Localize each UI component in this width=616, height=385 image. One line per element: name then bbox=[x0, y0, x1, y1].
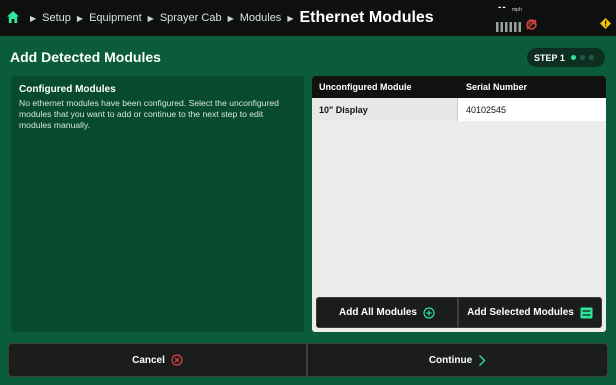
unconfigured-modules-table: Unconfigured Module Serial Number 10" Di… bbox=[312, 76, 606, 332]
home-icon[interactable] bbox=[6, 10, 20, 24]
chevron-right-icon: ▶ bbox=[287, 13, 294, 23]
column-header-module: Unconfigured Module bbox=[319, 82, 412, 92]
breadcrumb-item-setup[interactable]: Setup bbox=[42, 12, 71, 24]
step-indicator: STEP 1 bbox=[527, 48, 605, 67]
module-cell: 10" Display bbox=[312, 98, 458, 121]
chevron-right-icon bbox=[478, 354, 486, 367]
cancel-x-icon bbox=[171, 354, 183, 366]
step-dot bbox=[579, 55, 585, 60]
step-dot bbox=[588, 55, 594, 60]
page-breadcrumb-title: Ethernet Modules bbox=[299, 9, 434, 26]
cancel-label: Cancel bbox=[132, 354, 165, 366]
breadcrumb-item-modules[interactable]: Modules bbox=[240, 12, 282, 24]
breadcrumb: ▶ Setup ▶ Equipment ▶ Sprayer Cab ▶ Modu… bbox=[24, 0, 434, 36]
add-selected-modules-button[interactable]: Add Selected Modules bbox=[458, 297, 602, 328]
signal-bars-icon bbox=[496, 19, 522, 37]
add-selected-icon bbox=[580, 307, 593, 319]
chevron-right-icon: ▶ bbox=[30, 13, 37, 23]
plus-circle-icon bbox=[423, 306, 435, 319]
continue-label: Continue bbox=[428, 354, 473, 366]
alert-icon[interactable] bbox=[600, 16, 611, 29]
breadcrumb-item-equipment[interactable]: Equipment bbox=[89, 12, 142, 24]
speed-unit: mph bbox=[512, 7, 522, 13]
serial-cell: 40102545 bbox=[458, 98, 606, 121]
add-all-modules-button[interactable]: Add All Modules bbox=[316, 297, 458, 328]
chevron-right-icon: ▶ bbox=[147, 13, 154, 23]
add-all-label: Add All Modules bbox=[339, 307, 417, 318]
footer-actions: Cancel Continue bbox=[8, 343, 608, 377]
chevron-right-icon: ▶ bbox=[76, 13, 84, 23]
table-row[interactable]: 10" Display 40102545 bbox=[312, 98, 606, 121]
page-title: Add Detected Modules bbox=[10, 49, 161, 65]
status-area[interactable]: -- mph bbox=[496, 2, 546, 36]
top-bar: ▶ Setup ▶ Equipment ▶ Sprayer Cab ▶ Modu… bbox=[0, 0, 616, 36]
configured-modules-panel: Configured Modules No ethernet modules h… bbox=[11, 76, 304, 332]
gps-off-icon bbox=[525, 18, 538, 36]
configured-modules-text: No ethernet modules have been configured… bbox=[19, 98, 279, 130]
column-header-serial: Serial Number bbox=[466, 82, 528, 92]
cancel-button[interactable]: Cancel bbox=[8, 343, 307, 377]
add-selected-label: Add Selected Modules bbox=[467, 307, 574, 318]
continue-button[interactable]: Continue bbox=[307, 343, 608, 377]
step-label: STEP 1 bbox=[534, 52, 565, 63]
configured-modules-title: Configured Modules bbox=[19, 84, 116, 95]
table-header: Unconfigured Module Serial Number bbox=[312, 76, 606, 98]
step-dot-active bbox=[570, 55, 576, 60]
breadcrumb-item-sprayer-cab[interactable]: Sprayer Cab bbox=[160, 12, 222, 24]
chevron-right-icon: ▶ bbox=[227, 13, 234, 23]
speed-value: -- bbox=[498, 2, 507, 13]
table-actions: Add All Modules Add Selected Modules bbox=[316, 297, 602, 328]
